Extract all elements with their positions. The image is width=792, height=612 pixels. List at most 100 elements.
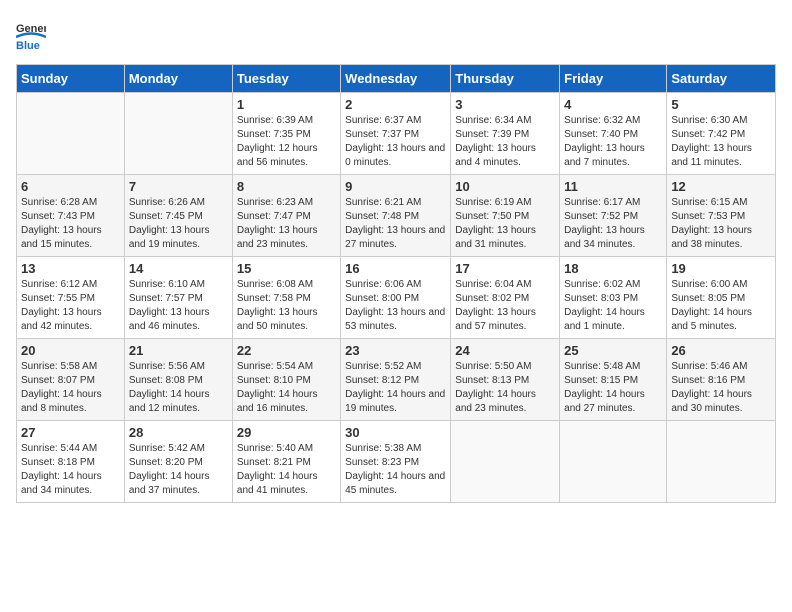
day-info: Sunrise: 5:40 AM Sunset: 8:21 PM Dayligh…	[237, 442, 336, 498]
week-row-4: 20 Sunrise: 5:58 AM Sunset: 8:07 PM Dayli…	[17, 339, 776, 421]
day-info: Sunrise: 5:52 AM Sunset: 8:12 PM Dayligh…	[345, 360, 446, 416]
calendar-cell: 21 Sunrise: 5:56 AM Sunset: 8:08 PM Dayli…	[124, 339, 232, 421]
day-info: Sunrise: 5:48 AM Sunset: 8:15 PM Dayligh…	[564, 360, 662, 416]
day-number: 18	[564, 261, 662, 276]
day-info: Sunrise: 6:19 AM Sunset: 7:50 PM Dayligh…	[455, 196, 555, 252]
header: General Blue	[16, 16, 776, 52]
day-info: Sunrise: 6:12 AM Sunset: 7:55 PM Dayligh…	[21, 278, 120, 334]
day-header-monday: Monday	[124, 65, 232, 93]
day-number: 23	[345, 343, 446, 358]
day-info: Sunrise: 5:58 AM Sunset: 8:07 PM Dayligh…	[21, 360, 120, 416]
week-row-2: 6 Sunrise: 6:28 AM Sunset: 7:43 PM Daylig…	[17, 175, 776, 257]
day-header-tuesday: Tuesday	[232, 65, 340, 93]
week-row-3: 13 Sunrise: 6:12 AM Sunset: 7:55 PM Dayli…	[17, 257, 776, 339]
calendar-cell: 2 Sunrise: 6:37 AM Sunset: 7:37 PM Daylig…	[341, 93, 451, 175]
day-number: 21	[129, 343, 228, 358]
day-info: Sunrise: 5:38 AM Sunset: 8:23 PM Dayligh…	[345, 442, 446, 498]
calendar-cell: 17Sunrise: 6:04 AM Sunset: 8:02 PM Dayli…	[451, 257, 560, 339]
calendar-cell: 14 Sunrise: 6:10 AM Sunset: 7:57 PM Dayli…	[124, 257, 232, 339]
day-info: Sunrise: 6:37 AM Sunset: 7:37 PM Dayligh…	[345, 114, 446, 170]
svg-text:Blue: Blue	[16, 40, 40, 52]
day-info: Sunrise: 5:50 AM Sunset: 8:13 PM Dayligh…	[455, 360, 555, 416]
day-number: 13	[21, 261, 120, 276]
calendar-cell: 3Sunrise: 6:34 AM Sunset: 7:39 PM Daylig…	[451, 93, 560, 175]
calendar-cell: 19 Sunrise: 6:00 AM Sunset: 8:05 PM Dayli…	[667, 257, 776, 339]
calendar-cell	[124, 93, 232, 175]
logo: General Blue	[16, 16, 46, 52]
day-info: Sunrise: 5:46 AM Sunset: 8:16 PM Dayligh…	[671, 360, 771, 416]
day-info: Sunrise: 6:30 AM Sunset: 7:42 PM Dayligh…	[671, 114, 771, 170]
calendar-cell: 30 Sunrise: 5:38 AM Sunset: 8:23 PM Dayli…	[341, 421, 451, 503]
day-info: Sunrise: 5:54 AM Sunset: 8:10 PM Dayligh…	[237, 360, 336, 416]
day-info: Sunrise: 6:15 AM Sunset: 7:53 PM Dayligh…	[671, 196, 771, 252]
day-info: Sunrise: 6:26 AM Sunset: 7:45 PM Dayligh…	[129, 196, 228, 252]
day-number: 14	[129, 261, 228, 276]
calendar-cell: 5 Sunrise: 6:30 AM Sunset: 7:42 PM Daylig…	[667, 93, 776, 175]
day-number: 20	[21, 343, 120, 358]
day-info: Sunrise: 6:10 AM Sunset: 7:57 PM Dayligh…	[129, 278, 228, 334]
day-number: 15	[237, 261, 336, 276]
calendar-cell: 12 Sunrise: 6:15 AM Sunset: 7:53 PM Dayli…	[667, 175, 776, 257]
day-info: Sunrise: 6:21 AM Sunset: 7:48 PM Dayligh…	[345, 196, 446, 252]
day-number: 6	[21, 179, 120, 194]
calendar-cell: 9 Sunrise: 6:21 AM Sunset: 7:48 PM Daylig…	[341, 175, 451, 257]
day-number: 2	[345, 97, 446, 112]
day-number: 11	[564, 179, 662, 194]
logo-icon: General Blue	[16, 16, 46, 52]
calendar-cell	[17, 93, 125, 175]
calendar-cell: 15 Sunrise: 6:08 AM Sunset: 7:58 PM Dayli…	[232, 257, 340, 339]
day-number: 28	[129, 425, 228, 440]
day-info: Sunrise: 6:08 AM Sunset: 7:58 PM Dayligh…	[237, 278, 336, 334]
header-row: SundayMondayTuesdayWednesdayThursdayFrid…	[17, 65, 776, 93]
week-row-1: 1 Sunrise: 6:39 AM Sunset: 7:35 PM Daylig…	[17, 93, 776, 175]
day-number: 10	[455, 179, 555, 194]
day-number: 3	[455, 97, 555, 112]
day-number: 16	[345, 261, 446, 276]
calendar-cell: 29Sunrise: 5:40 AM Sunset: 8:21 PM Dayli…	[232, 421, 340, 503]
calendar-cell	[667, 421, 776, 503]
day-info: Sunrise: 6:39 AM Sunset: 7:35 PM Dayligh…	[237, 114, 336, 170]
day-info: Sunrise: 6:06 AM Sunset: 8:00 PM Dayligh…	[345, 278, 446, 334]
day-number: 9	[345, 179, 446, 194]
day-number: 22	[237, 343, 336, 358]
day-info: Sunrise: 5:44 AM Sunset: 8:18 PM Dayligh…	[21, 442, 120, 498]
day-number: 8	[237, 179, 336, 194]
calendar-cell	[560, 421, 667, 503]
day-header-thursday: Thursday	[451, 65, 560, 93]
calendar-cell: 10 Sunrise: 6:19 AM Sunset: 7:50 PM Dayli…	[451, 175, 560, 257]
day-info: Sunrise: 6:02 AM Sunset: 8:03 PM Dayligh…	[564, 278, 662, 334]
calendar-cell	[451, 421, 560, 503]
day-info: Sunrise: 6:04 AM Sunset: 8:02 PM Dayligh…	[455, 278, 555, 334]
day-number: 25	[564, 343, 662, 358]
calendar-cell: 24 Sunrise: 5:50 AM Sunset: 8:13 PM Dayli…	[451, 339, 560, 421]
day-info: Sunrise: 6:17 AM Sunset: 7:52 PM Dayligh…	[564, 196, 662, 252]
calendar-cell: 20 Sunrise: 5:58 AM Sunset: 8:07 PM Dayli…	[17, 339, 125, 421]
day-number: 12	[671, 179, 771, 194]
week-row-5: 27 Sunrise: 5:44 AM Sunset: 8:18 PM Dayli…	[17, 421, 776, 503]
calendar-cell: 11 Sunrise: 6:17 AM Sunset: 7:52 PM Dayli…	[560, 175, 667, 257]
calendar-cell: 18 Sunrise: 6:02 AM Sunset: 8:03 PM Dayli…	[560, 257, 667, 339]
calendar-cell: 28Sunrise: 5:42 AM Sunset: 8:20 PM Dayli…	[124, 421, 232, 503]
day-info: Sunrise: 6:28 AM Sunset: 7:43 PM Dayligh…	[21, 196, 120, 252]
day-number: 7	[129, 179, 228, 194]
calendar-cell: 7 Sunrise: 6:26 AM Sunset: 7:45 PM Daylig…	[124, 175, 232, 257]
calendar-cell: 8Sunrise: 6:23 AM Sunset: 7:47 PM Daylig…	[232, 175, 340, 257]
day-info: Sunrise: 6:00 AM Sunset: 8:05 PM Dayligh…	[671, 278, 771, 334]
day-number: 1	[237, 97, 336, 112]
day-number: 30	[345, 425, 446, 440]
calendar-cell: 25 Sunrise: 5:48 AM Sunset: 8:15 PM Dayli…	[560, 339, 667, 421]
day-number: 5	[671, 97, 771, 112]
day-number: 24	[455, 343, 555, 358]
day-header-friday: Friday	[560, 65, 667, 93]
calendar-cell: 13 Sunrise: 6:12 AM Sunset: 7:55 PM Dayli…	[17, 257, 125, 339]
calendar-cell: 26 Sunrise: 5:46 AM Sunset: 8:16 PM Dayli…	[667, 339, 776, 421]
calendar-cell: 22 Sunrise: 5:54 AM Sunset: 8:10 PM Dayli…	[232, 339, 340, 421]
day-number: 27	[21, 425, 120, 440]
day-number: 4	[564, 97, 662, 112]
calendar-cell: 4 Sunrise: 6:32 AM Sunset: 7:40 PM Daylig…	[560, 93, 667, 175]
day-number: 19	[671, 261, 771, 276]
day-info: Sunrise: 6:32 AM Sunset: 7:40 PM Dayligh…	[564, 114, 662, 170]
day-info: Sunrise: 5:56 AM Sunset: 8:08 PM Dayligh…	[129, 360, 228, 416]
day-header-sunday: Sunday	[17, 65, 125, 93]
day-number: 26	[671, 343, 771, 358]
